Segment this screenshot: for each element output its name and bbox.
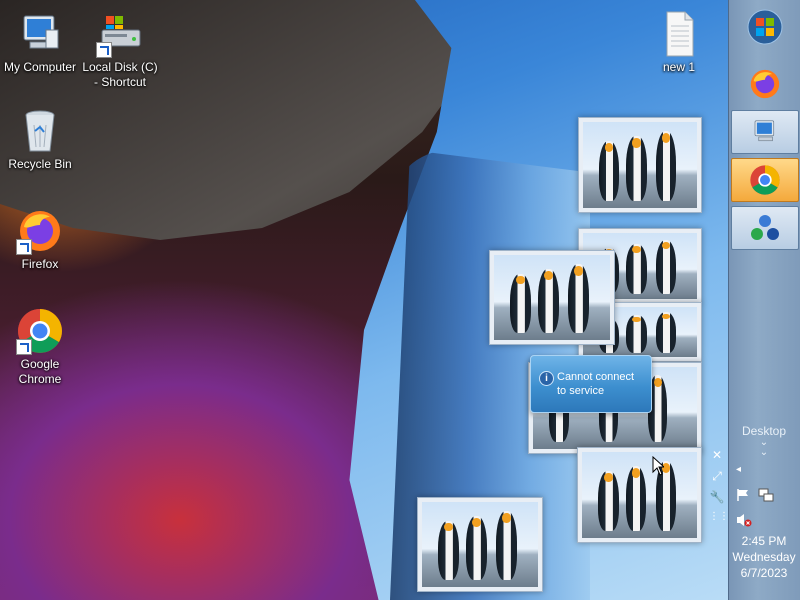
firefox-icon <box>750 69 780 99</box>
desktop-icon-new-1[interactable]: new 1 <box>634 10 724 75</box>
shortcut-arrow-icon <box>16 239 32 255</box>
desktop-icon-label: Recycle Bin <box>8 157 72 171</box>
clock-date: 6/7/2023 <box>740 566 788 580</box>
taskbar-chrome-button[interactable] <box>731 158 799 202</box>
start-button[interactable] <box>731 5 799 49</box>
network-icon <box>751 215 779 240</box>
computer-icon <box>754 120 775 142</box>
clock-day: Wednesday <box>732 550 796 564</box>
grip-icon[interactable]: ⋮⋮ <box>709 509 728 525</box>
desktop-icon-label: new 1 <box>662 60 696 74</box>
thumbnail-image <box>583 122 697 208</box>
maximize-icon[interactable]: ⤢ <box>709 468 725 484</box>
chrome-icon <box>16 307 64 355</box>
drive-icon <box>96 10 144 58</box>
show-desktop-label[interactable]: Desktop ⌄ ⌄ <box>728 424 800 458</box>
network-tray-icon[interactable] <box>758 487 774 503</box>
desktop-icon-google-chrome[interactable]: Google Chrome <box>0 307 85 387</box>
notification-balloon[interactable]: i Cannot connect to service <box>530 355 652 413</box>
desktop-icon-label: Google Chrome <box>18 357 62 386</box>
desktop-icon-recycle-bin[interactable]: Recycle Bin <box>0 107 85 172</box>
computer-icon <box>16 10 64 58</box>
wrench-icon[interactable]: 🔧 <box>709 489 725 505</box>
thumbnail-image <box>494 255 610 340</box>
desktop[interactable]: My Computer Local Disk (C) - Shortcut ne… <box>0 0 728 600</box>
desktop-icon-my-computer[interactable]: My Computer <box>0 10 85 75</box>
text-file-icon <box>655 10 703 58</box>
desktop-icon-label: My Computer <box>3 60 77 74</box>
desktop-icon-label: Firefox <box>21 257 59 271</box>
close-icon[interactable]: ✕ <box>709 447 725 463</box>
desktop-icon-firefox[interactable]: Firefox <box>0 207 85 272</box>
chevron-down-icon: ⌄ ⌄ <box>759 437 769 458</box>
taskbar-my-computer-button[interactable] <box>731 110 799 154</box>
shortcut-arrow-icon <box>16 339 32 355</box>
mouse-cursor-icon <box>652 456 664 476</box>
window-thumbnail[interactable] <box>489 250 615 345</box>
chrome-icon <box>750 165 780 195</box>
thumbnail-image <box>582 452 697 538</box>
thumbnail-image <box>422 502 538 587</box>
desktop-label-text: Desktop <box>741 424 787 438</box>
firefox-icon <box>16 207 64 255</box>
chevron-left-icon[interactable]: ◂ <box>736 464 741 475</box>
window-thumbnail[interactable] <box>577 447 702 543</box>
shortcut-arrow-icon <box>96 42 112 58</box>
flag-icon[interactable] <box>736 488 750 502</box>
taskbar-network-app-button[interactable] <box>731 206 799 250</box>
window-thumbnail[interactable] <box>417 497 543 592</box>
desktop-icon-local-disk[interactable]: Local Disk (C) - Shortcut <box>75 10 165 90</box>
desktop-icon-label: Local Disk (C) - Shortcut <box>82 60 158 89</box>
clock-time: 2:45 PM <box>741 534 787 548</box>
recycle-bin-icon <box>16 107 64 155</box>
taskbar-clock[interactable]: 2:45 PM Wednesday 6/7/2023 <box>728 533 800 581</box>
taskbar <box>728 0 800 600</box>
taskbar-firefox-button[interactable] <box>731 62 799 106</box>
volume-muted-icon[interactable] <box>736 512 752 528</box>
window-thumbnail[interactable] <box>578 117 702 213</box>
notification-text: Cannot connect to service <box>557 371 635 397</box>
windows-orb-icon <box>747 9 783 45</box>
info-icon: i <box>539 371 554 386</box>
